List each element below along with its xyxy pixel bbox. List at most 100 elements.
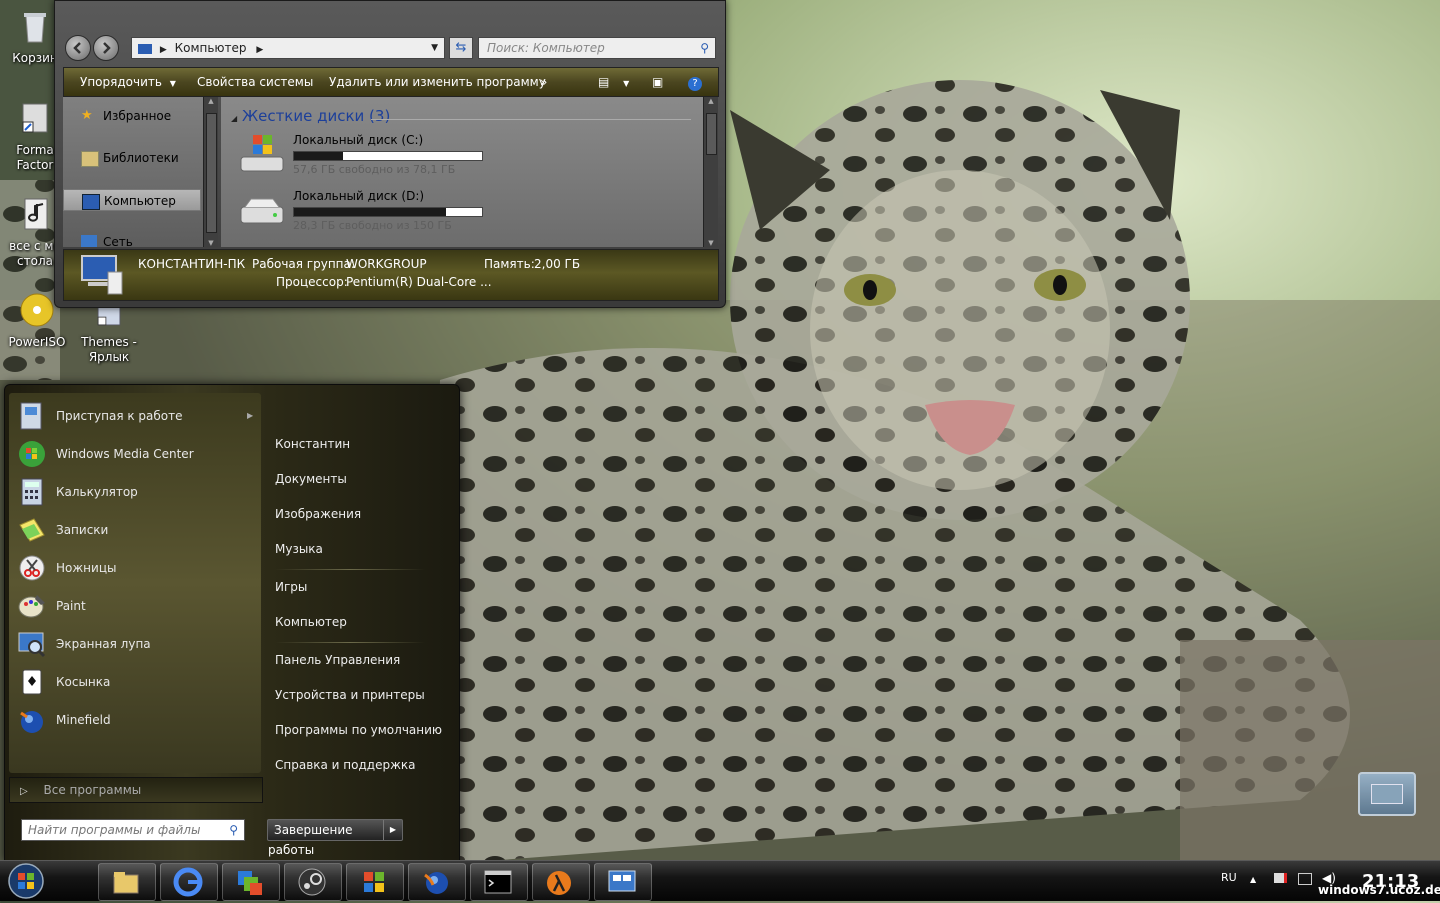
program-solitaire[interactable]: Косынка (15, 665, 255, 699)
help-button[interactable]: ? (688, 68, 702, 96)
toolbar-more-button[interactable]: » (540, 68, 547, 96)
shutdown-button[interactable]: Завершение работы ▶ (267, 819, 403, 857)
taskbar-explorer[interactable] (98, 863, 156, 901)
desktop-icon-label: PowerISO (8, 335, 66, 349)
computer-name: КОНСТАНТИН-ПК (138, 257, 246, 271)
nav-item-libraries[interactable]: Библиотеки (63, 147, 201, 169)
program-sticky-notes[interactable]: Записки (15, 513, 255, 547)
start-right-music[interactable]: Музыка (275, 534, 445, 564)
uninstall-program-button[interactable]: Удалить или изменить программу (329, 68, 546, 96)
search-input[interactable]: Поиск: Компьютер ⚲ (478, 37, 716, 59)
preview-pane-icon: ▣ (652, 75, 664, 89)
drive-name: Локальный диск (C:) (293, 133, 424, 147)
breadcrumb-separator: ▶ (159, 45, 167, 55)
scroll-thumb[interactable] (206, 113, 217, 233)
search-icon: ⚲ (700, 41, 709, 55)
program-calculator[interactable]: Калькулятор (15, 475, 255, 509)
start-right-default-programs[interactable]: Программы по умолчанию (275, 715, 445, 745)
refresh-icon: ⇆ (455, 40, 467, 55)
taskbar-steam[interactable] (284, 863, 342, 901)
computer-large-icon (81, 255, 123, 295)
windows-flag-icon (364, 872, 384, 892)
back-button[interactable] (65, 35, 91, 61)
gadget-icon (1371, 784, 1403, 804)
navigation-bar: ▶ Компьютер ▶ ▼ ⇆ Поиск: Компьютер ⚲ (61, 33, 717, 61)
start-right-games[interactable]: Игры (275, 572, 445, 602)
taskbar-google[interactable] (160, 863, 218, 901)
nav-label: Библиотеки (103, 151, 179, 165)
breadcrumb-computer[interactable]: Компьютер (175, 41, 247, 55)
taskbar-cmd[interactable] (470, 863, 528, 901)
organize-button[interactable]: Упорядочить ▼ (80, 68, 176, 96)
content-scrollbar[interactable]: ▲ ▼ (703, 97, 718, 247)
program-paint[interactable]: Paint (15, 589, 255, 623)
preview-pane-button[interactable]: ▣ (652, 68, 663, 96)
address-bar[interactable]: ▶ Компьютер ▶ ▼ (131, 37, 445, 59)
drive-usage-bar (293, 207, 483, 217)
memory-label: Память: (484, 257, 535, 271)
getting-started-icon (20, 402, 42, 430)
taskbar-firefox[interactable] (408, 863, 466, 901)
window-title-bar[interactable] (55, 1, 725, 31)
start-right-control-panel[interactable]: Панель Управления (275, 645, 445, 675)
refresh-button[interactable]: ⇆ (449, 37, 473, 59)
scroll-up-icon: ▲ (208, 97, 214, 105)
network-icon (81, 235, 97, 247)
desktop-icon-themes[interactable]: Themes - Ярлык (74, 300, 144, 365)
navigation-scrollbar[interactable]: ▲ ▼ (203, 97, 218, 247)
taskbar-half-life[interactable] (532, 863, 590, 901)
all-programs-button[interactable]: ▷ Все программы (9, 777, 263, 803)
cmd-icon (484, 870, 512, 894)
drive-usage-fill (294, 208, 447, 216)
nav-label: Компьютер (104, 194, 176, 208)
program-getting-started[interactable]: Приступая к работе ▶ (15, 399, 255, 433)
program-minefield[interactable]: Minefield (15, 703, 255, 737)
start-right-computer[interactable]: Компьютер (275, 607, 445, 637)
start-right-user[interactable]: Константин (275, 429, 445, 459)
taskbar-windows[interactable] (346, 863, 404, 901)
taskbar-control-panel[interactable] (594, 863, 652, 901)
nav-label: Избранное (103, 109, 172, 123)
nav-item-computer[interactable]: Компьютер (63, 189, 201, 211)
language-indicator[interactable]: RU (1221, 871, 1237, 884)
drive-free-space: 28,3 ГБ свободно из 150 ГБ (293, 219, 452, 232)
group-header-line (371, 119, 691, 120)
start-menu: Приступая к работе ▶ Windows Media Cente… (4, 384, 460, 862)
scroll-thumb[interactable] (706, 113, 717, 155)
address-dropdown-icon[interactable]: ▼ (431, 38, 438, 58)
flag-icon (1274, 873, 1287, 883)
windows-drive-icon (240, 135, 284, 172)
group-header-hard-drives[interactable]: ◢ Жесткие диски (3) (231, 107, 390, 125)
program-media-center[interactable]: Windows Media Center (15, 437, 255, 471)
program-snipping-tool[interactable]: Ножницы (15, 551, 255, 585)
start-button[interactable] (4, 862, 48, 900)
start-search-placeholder: Найти программы и файлы (28, 823, 201, 837)
tray-action-center[interactable] (1274, 873, 1287, 885)
nav-item-network[interactable]: Сеть (63, 231, 201, 247)
start-right-pictures[interactable]: Изображения (275, 499, 445, 529)
start-search-input[interactable]: Найти программы и файлы ⚲ (21, 819, 245, 841)
windows-switch-icon (238, 871, 262, 895)
calculator-icon (21, 478, 43, 506)
explorer-window[interactable]: ▶ Компьютер ▶ ▼ ⇆ Поиск: Компьютер ⚲ Упо… (54, 0, 726, 308)
system-properties-button[interactable]: Свойства системы (197, 68, 313, 96)
start-right-help[interactable]: Справка и поддержка (275, 750, 445, 780)
tray-network[interactable] (1298, 873, 1312, 885)
taskbar-switch-windows[interactable] (222, 863, 280, 901)
shutdown-options-button[interactable]: ▶ (383, 820, 402, 840)
control-panel-icon (608, 870, 636, 892)
desktop-icon-label: Themes - Ярлык (81, 335, 137, 364)
start-right-devices-printers[interactable]: Устройства и принтеры (275, 680, 445, 710)
forward-button[interactable] (93, 35, 119, 61)
drive-item-d[interactable]: Локальный диск (D:) 28,3 ГБ свободно из … (235, 189, 535, 237)
drive-item-c[interactable]: Локальный диск (C:) 57,6 ГБ свободно из … (235, 133, 535, 181)
program-magnifier[interactable]: Экранная лупа (15, 627, 255, 661)
view-options-button[interactable]: ▤ ▼ (598, 68, 629, 96)
help-icon: ? (688, 77, 702, 91)
shortcut-icon (22, 103, 48, 133)
show-hidden-icons-button[interactable]: ▲ (1250, 875, 1256, 884)
star-icon: ★ (81, 108, 93, 123)
nav-item-favorites[interactable]: ★ Избранное (63, 105, 201, 127)
desktop-gadget[interactable] (1358, 772, 1416, 816)
start-right-documents[interactable]: Документы (275, 464, 445, 494)
